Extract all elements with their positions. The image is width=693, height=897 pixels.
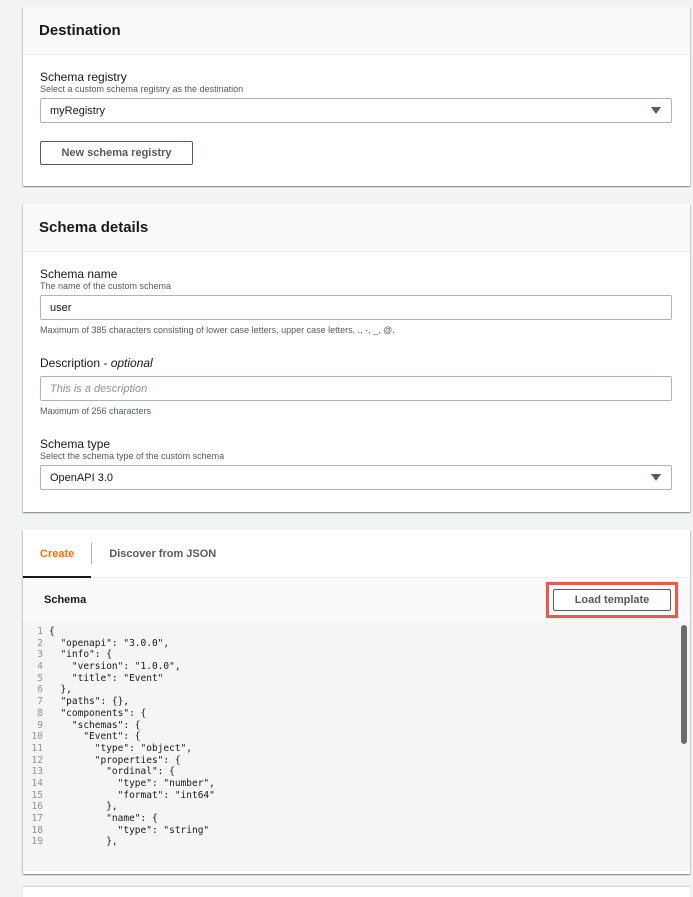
schema-type-value: OpenAPI 3.0 — [50, 471, 113, 484]
code-line: 17 "name": { — [23, 813, 690, 825]
code-line: 6 }, — [23, 684, 690, 696]
editor-tabs: Create Discover from JSON — [23, 530, 690, 578]
line-number: 4 — [37, 661, 43, 673]
schema-name-input[interactable]: user — [40, 295, 672, 320]
code-text: "schemas": { — [49, 719, 141, 731]
description-label: Description - optional — [40, 356, 673, 370]
line-number: 9 — [37, 719, 43, 731]
code-line: 13 "ordinal": { — [23, 766, 690, 778]
description-input[interactable]: This is a description — [40, 376, 672, 401]
schema-registry-label: Schema registry — [40, 70, 127, 84]
code-text: "format": "int64" — [49, 789, 215, 801]
schema-registry-description: Select a custom schema registry as the d… — [40, 84, 244, 94]
schema-name-constraint: Maximum of 385 characters consisting of … — [40, 325, 395, 335]
schema-type-label: Schema type — [40, 437, 111, 451]
description-placeholder: This is a description — [50, 382, 148, 395]
caret-down-icon — [651, 474, 661, 481]
line-number: 1 — [37, 626, 43, 637]
code-line: 9 "schemas": { — [23, 720, 690, 732]
schema-name-label: Schema name — [40, 267, 118, 281]
line-number: 10 — [31, 731, 43, 743]
code-text: }, — [49, 836, 118, 848]
next-panel-edge — [23, 887, 690, 897]
code-text: { — [49, 626, 55, 637]
schema-editor-panel: Create Discover from JSON Schema Load te… — [23, 530, 690, 874]
line-number: 11 — [31, 742, 43, 754]
schema-details-header: Schema details — [23, 204, 690, 252]
line-number: 18 — [31, 824, 43, 836]
schema-registry-select[interactable]: myRegistry — [40, 98, 672, 123]
line-number: 8 — [37, 707, 43, 719]
code-text: "type": "number", — [49, 777, 215, 789]
load-template-button[interactable]: Load template — [553, 589, 671, 611]
line-number: 19 — [31, 836, 43, 848]
tab-discover-from-json[interactable]: Discover from JSON — [92, 530, 233, 577]
line-number: 16 — [31, 801, 43, 813]
code-line: 2 "openapi": "3.0.0", — [23, 638, 690, 650]
schema-title: Schema — [44, 594, 87, 606]
schema-details-title: Schema details — [39, 219, 149, 236]
line-number: 15 — [31, 789, 43, 801]
code-text: }, — [49, 801, 118, 813]
code-line: 7 "paths": {}, — [23, 696, 690, 708]
description-constraint: Maximum of 256 characters — [40, 406, 152, 416]
load-template-highlight: Load template — [546, 582, 678, 618]
code-text: "ordinal": { — [49, 766, 175, 778]
code-line: 5 "title": "Event" — [23, 673, 690, 685]
code-line: 12 "properties": { — [23, 755, 690, 767]
code-text: "name": { — [49, 813, 158, 824]
destination-header: Destination — [23, 7, 690, 55]
destination-title: Destination — [39, 22, 121, 39]
code-line: 1{ — [23, 626, 690, 638]
code-line: 4 "version": "1.0.0", — [23, 661, 690, 673]
code-text: "info": { — [49, 649, 112, 661]
schema-details-panel: Schema details Schema name The name of t… — [23, 204, 690, 512]
code-text: "openapi": "3.0.0", — [49, 637, 170, 649]
line-number: 7 — [37, 696, 43, 708]
code-text: }, — [49, 684, 72, 696]
line-number: 6 — [37, 684, 43, 696]
code-text: "type": "object", — [49, 742, 192, 754]
code-line: 15 "format": "int64" — [23, 790, 690, 802]
code-text: "Event": { — [49, 731, 141, 743]
code-text: "version": "1.0.0", — [49, 661, 181, 673]
schema-name-description: The name of the custom schema — [40, 281, 172, 291]
line-number: 13 — [31, 766, 43, 778]
code-line: 18 "type": "string" — [23, 825, 690, 837]
code-text: "paths": {}, — [49, 696, 130, 708]
schema-name-value: user — [50, 301, 72, 314]
code-line: 10 "Event": { — [23, 731, 690, 743]
code-text: "properties": { — [49, 754, 181, 766]
line-number: 14 — [31, 777, 43, 789]
line-number: 5 — [37, 672, 43, 684]
schema-type-select[interactable]: OpenAPI 3.0 — [40, 465, 672, 490]
code-text: "components": { — [49, 707, 147, 719]
code-text: "title": "Event" — [49, 672, 164, 684]
line-number: 2 — [37, 637, 43, 649]
line-number: 17 — [31, 813, 43, 824]
description-label-text: Description - — [40, 356, 111, 370]
editor-scrollbar[interactable] — [681, 625, 687, 744]
caret-down-icon — [651, 107, 661, 114]
code-line: 3 "info": { — [23, 649, 690, 661]
code-line: 19 }, — [23, 836, 690, 848]
code-editor[interactable]: 1{2 "openapi": "3.0.0", 3 "info": {4 "ver… — [23, 622, 690, 871]
code-line: 8 "components": { — [23, 708, 690, 720]
destination-panel: Destination Schema registry Select a cus… — [23, 7, 690, 186]
schema-toolbar: Schema Load template — [23, 578, 690, 622]
description-optional-text: optional — [110, 356, 153, 370]
line-number: 3 — [37, 649, 43, 661]
schema-type-description: Select the schema type of the custom sch… — [40, 451, 225, 461]
code-line: 14 "type": "number", — [23, 778, 690, 790]
code-text: "type": "string" — [49, 824, 210, 836]
tab-create[interactable]: Create — [23, 530, 92, 578]
code-line: 16 }, — [23, 801, 690, 813]
code-line: 11 "type": "object", — [23, 743, 690, 755]
new-schema-registry-button[interactable]: New schema registry — [40, 141, 193, 165]
line-number: 12 — [31, 754, 43, 766]
schema-registry-value: myRegistry — [50, 104, 106, 117]
